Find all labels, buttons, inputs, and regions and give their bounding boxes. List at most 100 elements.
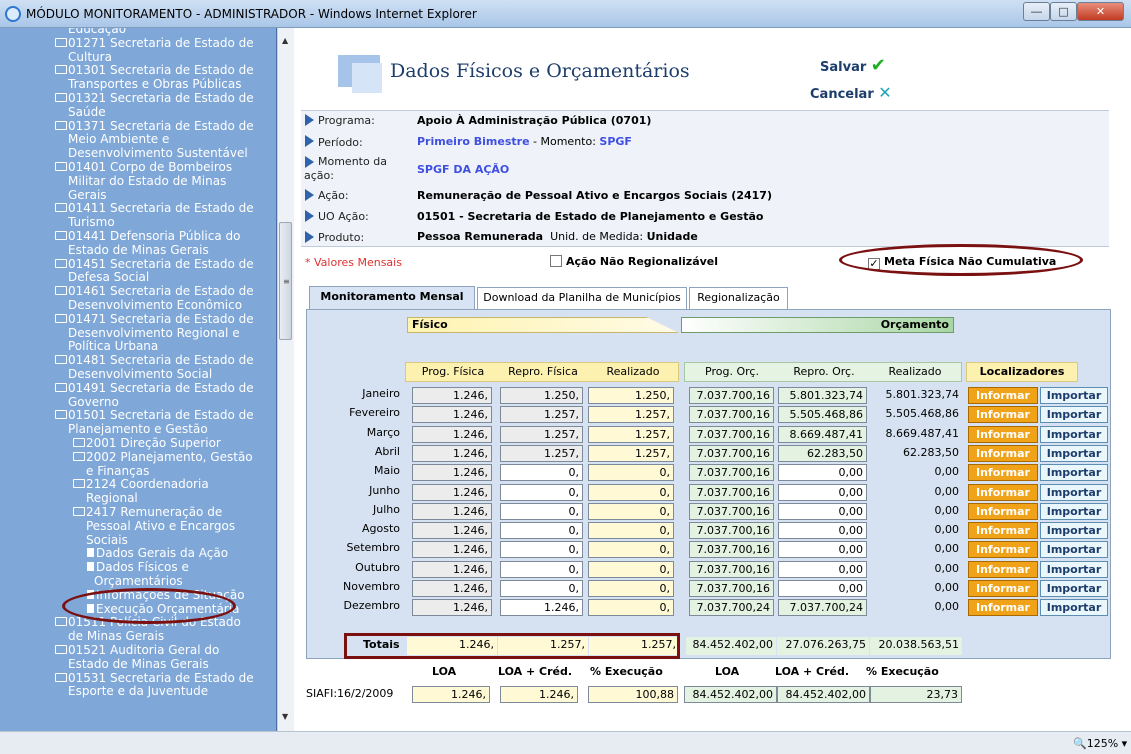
tree-item[interactable]: 2001 Direção Superior bbox=[73, 437, 221, 449]
importar-button[interactable]: Importar bbox=[1040, 444, 1108, 462]
acao-nao-regionalizavel-checkbox[interactable]: Ação Não Regionalizável bbox=[550, 255, 718, 268]
tree-item[interactable]: 01301 Secretaria de Estado de bbox=[55, 64, 254, 76]
importar-button[interactable]: Importar bbox=[1040, 502, 1108, 520]
repro-orc-input[interactable]: 5.505.468,86 bbox=[778, 406, 867, 424]
close-button[interactable]: ✕ bbox=[1077, 2, 1124, 21]
repro-orc-input[interactable]: 8.669.487,41 bbox=[778, 425, 867, 443]
checkbox-icon[interactable] bbox=[550, 255, 562, 267]
tab-regionalizacao[interactable]: Regionalização bbox=[689, 287, 788, 309]
folder-icon[interactable] bbox=[73, 479, 85, 489]
informar-button[interactable]: Informar bbox=[968, 580, 1038, 597]
cancel-button[interactable]: Cancelar ✕ bbox=[810, 83, 892, 102]
realizado-fisico-input[interactable]: 0, bbox=[588, 464, 674, 482]
repro-fisica-input[interactable]: 1.250, bbox=[500, 387, 583, 404]
folder-icon[interactable] bbox=[55, 617, 67, 627]
tree-item[interactable]: 01441 Defensoria Pública do bbox=[55, 230, 241, 242]
tree-item[interactable]: 01521 Auditoria Geral do bbox=[55, 644, 219, 656]
repro-orc-input[interactable]: 0,00 bbox=[778, 502, 867, 520]
repro-fisica-input[interactable]: 1.257, bbox=[500, 406, 583, 424]
informar-button[interactable]: Informar bbox=[968, 560, 1038, 578]
tree-item[interactable]: 01321 Secretaria de Estado de bbox=[55, 92, 254, 104]
sidebar-scrollbar[interactable] bbox=[277, 28, 294, 731]
informar-button[interactable]: Informar bbox=[968, 406, 1038, 424]
informar-button[interactable]: Informar bbox=[968, 425, 1038, 443]
informar-button[interactable]: Informar bbox=[968, 599, 1038, 617]
folder-icon[interactable] bbox=[55, 286, 67, 296]
maximize-button[interactable]: □ bbox=[1050, 2, 1077, 21]
tab-download-planilha[interactable]: Download da Planilha de Municípios bbox=[477, 287, 687, 309]
repro-orc-input[interactable]: 0,00 bbox=[778, 483, 867, 501]
repro-fisica-input[interactable]: 0, bbox=[500, 522, 583, 540]
repro-orc-input[interactable]: 5.801.323,74 bbox=[778, 387, 867, 404]
importar-button[interactable]: Importar bbox=[1040, 406, 1108, 424]
repro-orc-input[interactable]: 0,00 bbox=[778, 541, 867, 559]
importar-button[interactable]: Importar bbox=[1040, 541, 1108, 559]
informar-button[interactable]: Informar bbox=[968, 464, 1038, 482]
realizado-fisico-input[interactable]: 1.257, bbox=[588, 425, 674, 443]
informar-button[interactable]: Informar bbox=[968, 444, 1038, 462]
scroll-up-arrow-icon[interactable]: ▲ bbox=[282, 36, 288, 45]
tree-item[interactable]: 01501 Secretaria de Estado de bbox=[55, 409, 254, 421]
folder-icon[interactable] bbox=[73, 438, 85, 447]
tree-item[interactable]: 01451 Secretaria de Estado de bbox=[55, 258, 254, 270]
tab-monitoramento-mensal[interactable]: Monitoramento Mensal bbox=[309, 286, 475, 310]
realizado-fisico-input[interactable]: 0, bbox=[588, 560, 674, 578]
importar-button[interactable]: Importar bbox=[1040, 580, 1108, 597]
folder-icon[interactable] bbox=[55, 120, 67, 130]
tree-item[interactable]: Dados Físicos e bbox=[87, 561, 189, 573]
importar-button[interactable]: Importar bbox=[1040, 464, 1108, 482]
realizado-fisico-input[interactable]: 0, bbox=[588, 580, 674, 597]
zoom-control[interactable]: 🔍125% ▾ bbox=[1073, 737, 1127, 750]
tree-item[interactable]: 01411 Secretaria de Estado de bbox=[55, 202, 254, 214]
tree-item[interactable]: 2002 Planejamento, Gestão bbox=[73, 451, 253, 463]
repro-fisica-input[interactable]: 0, bbox=[500, 464, 583, 482]
tree-item[interactable]: 01491 Secretaria de Estado de bbox=[55, 382, 254, 394]
repro-fisica-input[interactable]: 1.257, bbox=[500, 425, 583, 443]
realizado-fisico-input[interactable]: 0, bbox=[588, 483, 674, 501]
repro-fisica-input[interactable]: 0, bbox=[500, 502, 583, 520]
realizado-fisico-input[interactable]: 0, bbox=[588, 599, 674, 617]
repro-fisica-input[interactable]: 0, bbox=[500, 541, 583, 559]
folder-icon[interactable] bbox=[55, 645, 67, 654]
folder-open-icon[interactable] bbox=[55, 410, 67, 420]
scroll-down-arrow-icon[interactable]: ▼ bbox=[282, 712, 288, 721]
repro-orc-input[interactable]: 0,00 bbox=[778, 522, 867, 540]
save-button[interactable]: Salvar ✔ bbox=[820, 55, 886, 76]
tree-item[interactable]: 01461 Secretaria de Estado de bbox=[55, 285, 254, 297]
realizado-fisico-input[interactable]: 1.250, bbox=[588, 387, 674, 404]
tree-item[interactable]: 01531 Secretaria de Estado de bbox=[55, 672, 254, 684]
informar-button[interactable]: Informar bbox=[968, 387, 1038, 404]
repro-fisica-input[interactable]: 1.246, bbox=[500, 599, 583, 617]
folder-icon[interactable] bbox=[55, 65, 67, 75]
tree-item[interactable]: 01371 Secretaria de Estado de bbox=[55, 120, 254, 132]
repro-fisica-input[interactable]: 0, bbox=[500, 560, 583, 578]
realizado-fisico-input[interactable]: 0, bbox=[588, 541, 674, 559]
informar-button[interactable]: Informar bbox=[968, 483, 1038, 501]
folder-icon[interactable] bbox=[55, 672, 67, 682]
folder-icon[interactable] bbox=[55, 258, 67, 268]
importar-button[interactable]: Importar bbox=[1040, 425, 1108, 443]
importar-button[interactable]: Importar bbox=[1040, 387, 1108, 404]
realizado-fisico-input[interactable]: 0, bbox=[588, 522, 674, 540]
importar-button[interactable]: Importar bbox=[1040, 483, 1108, 501]
folder-icon[interactable] bbox=[55, 382, 67, 392]
repro-fisica-input[interactable]: 0, bbox=[500, 580, 583, 597]
repro-orc-input[interactable]: 0,00 bbox=[778, 464, 867, 482]
repro-fisica-input[interactable]: 1.257, bbox=[500, 444, 583, 462]
tree-item[interactable]: 2124 Coordenadoria bbox=[73, 478, 209, 490]
repro-orc-input[interactable]: 62.283,50 bbox=[778, 444, 867, 462]
realizado-fisico-input[interactable]: 0, bbox=[588, 502, 674, 520]
folder-open-icon[interactable] bbox=[73, 507, 85, 516]
folder-icon[interactable] bbox=[73, 451, 85, 461]
folder-icon[interactable] bbox=[55, 313, 67, 323]
folder-icon[interactable] bbox=[55, 37, 67, 47]
importar-button[interactable]: Importar bbox=[1040, 599, 1108, 617]
repro-orc-input[interactable]: 0,00 bbox=[778, 580, 867, 597]
tree-item[interactable]: 01471 Secretaria de Estado de bbox=[55, 313, 254, 325]
informar-button[interactable]: Informar bbox=[968, 541, 1038, 559]
tree-item[interactable]: 2417 Remuneração de bbox=[73, 506, 222, 518]
importar-button[interactable]: Importar bbox=[1040, 522, 1108, 540]
repro-orc-input[interactable]: 7.037.700,24 bbox=[778, 599, 867, 617]
repro-orc-input[interactable]: 0,00 bbox=[778, 560, 867, 578]
tree-item[interactable]: 01401 Corpo de Bombeiros bbox=[55, 161, 232, 173]
